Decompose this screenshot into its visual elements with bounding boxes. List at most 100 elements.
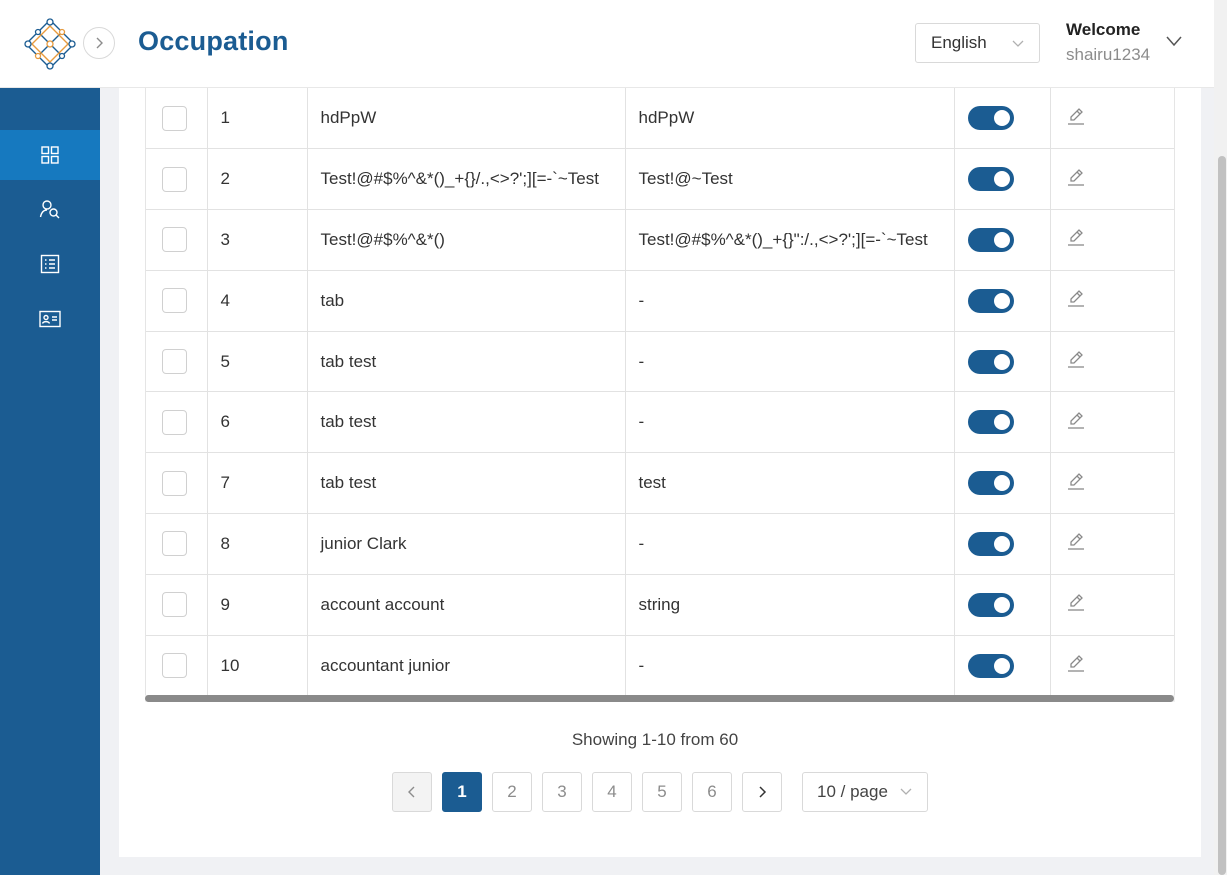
occupation-table: 1 hdPpW hdPpW 2 Test!@#$%^&*()_+{}/.,<>?… (145, 88, 1175, 696)
row-checkbox[interactable] (162, 531, 187, 557)
occupation-name: accountant junior (307, 635, 626, 696)
language-select[interactable]: English (915, 23, 1040, 63)
occupation-name: tab test (307, 331, 626, 393)
status-toggle[interactable] (967, 227, 1014, 252)
table-row: 6 tab test - (146, 391, 1174, 454)
occupation-name: junior Clark (307, 513, 626, 575)
occupation-description: hdPpW (625, 88, 955, 150)
page-button-5[interactable]: 5 (642, 772, 682, 812)
occupation-name: tab test (307, 452, 626, 515)
row-number: 2 (207, 148, 308, 211)
status-toggle[interactable] (967, 410, 1014, 435)
edit-icon[interactable] (1066, 227, 1086, 252)
status-toggle[interactable] (967, 106, 1014, 131)
horizontal-scrollbar-thumb[interactable] (145, 695, 1174, 702)
status-toggle[interactable] (967, 167, 1014, 192)
pagination-summary: Showing 1-10 from 60 (571, 730, 739, 749)
row-number: 6 (207, 391, 308, 454)
horizontal-scrollbar[interactable] (145, 695, 1175, 702)
occupation-name: Test!@#$%^&*() (307, 209, 626, 271)
occupation-description: test (625, 452, 955, 515)
row-checkbox[interactable] (162, 105, 187, 131)
app-logo (24, 18, 76, 70)
status-toggle[interactable] (967, 471, 1014, 496)
row-checkbox[interactable] (162, 592, 187, 618)
status-toggle[interactable] (967, 531, 1014, 556)
table-row: 9 account account string (146, 574, 1174, 636)
chevron-right-icon (759, 786, 767, 798)
row-number: 1 (207, 88, 308, 150)
username-label: shairu1234 (1066, 45, 1151, 64)
id-card-icon (39, 310, 61, 328)
occupation-description: Test!@~Test (625, 148, 955, 211)
sidebar-item-dashboard[interactable] (0, 130, 100, 180)
list-icon (40, 254, 60, 274)
edit-icon[interactable] (1066, 167, 1086, 192)
table-row: 4 tab - (146, 270, 1174, 332)
occupation-description: - (625, 513, 955, 575)
row-checkbox[interactable] (162, 288, 187, 314)
chevron-down-icon (900, 788, 912, 795)
page-title: Occupation (138, 26, 289, 56)
occupation-description: - (625, 270, 955, 332)
row-checkbox[interactable] (162, 227, 187, 253)
sidebar (0, 88, 100, 875)
row-checkbox[interactable] (162, 349, 187, 375)
status-toggle[interactable] (967, 288, 1014, 313)
table-row: 8 junior Clark - (146, 513, 1174, 575)
edit-icon[interactable] (1066, 106, 1086, 131)
table-row: 2 Test!@#$%^&*()_+{}/.,<>?';][=-`~Test T… (146, 148, 1174, 211)
occupation-name: hdPpW (307, 88, 626, 150)
expand-sidebar-button[interactable] (83, 27, 115, 59)
occupation-description: Test!@#$%^&*()_+{}":/.,<>?';][=-`~Test (625, 209, 955, 271)
row-number: 8 (207, 513, 308, 575)
occupation-description: - (625, 635, 955, 696)
page-size-value: 10 / page (817, 782, 888, 801)
page-scrollbar-thumb[interactable] (1218, 156, 1226, 875)
user-search-icon (39, 200, 60, 219)
next-page-button[interactable] (742, 772, 782, 812)
chevron-left-icon (408, 786, 415, 798)
row-number: 4 (207, 270, 308, 332)
language-value: English (931, 33, 987, 52)
occupation-name: Test!@#$%^&*()_+{}/.,<>?';][=-`~Test (307, 148, 626, 211)
edit-icon[interactable] (1066, 653, 1086, 678)
page-button-3[interactable]: 3 (542, 772, 582, 812)
sidebar-item-list[interactable] (0, 239, 100, 289)
row-number: 5 (207, 331, 308, 393)
edit-icon[interactable] (1066, 531, 1086, 556)
row-number: 7 (207, 452, 308, 515)
occupation-name: account account (307, 574, 626, 636)
edit-icon[interactable] (1066, 471, 1086, 496)
table-row: 7 tab test test (146, 452, 1174, 515)
edit-icon[interactable] (1066, 592, 1086, 617)
prev-page-button[interactable] (392, 772, 432, 812)
sidebar-item-id-card[interactable] (0, 294, 100, 344)
occupation-name: tab (307, 270, 626, 332)
page-button-1[interactable]: 1 (442, 772, 482, 812)
occupation-name: tab test (307, 391, 626, 454)
status-toggle[interactable] (967, 653, 1014, 678)
edit-icon[interactable] (1066, 349, 1086, 374)
row-checkbox[interactable] (162, 409, 187, 435)
row-checkbox[interactable] (162, 653, 187, 679)
row-checkbox[interactable] (162, 166, 187, 192)
page-scrollbar[interactable] (1214, 0, 1227, 875)
page-button-6[interactable]: 6 (692, 772, 732, 812)
status-toggle[interactable] (967, 349, 1014, 374)
page-button-4[interactable]: 4 (592, 772, 632, 812)
edit-icon[interactable] (1066, 410, 1086, 435)
sidebar-item-user-search[interactable] (0, 184, 100, 234)
page-size-select[interactable]: 10 / page (802, 772, 928, 812)
status-toggle[interactable] (967, 592, 1014, 617)
top-header: Occupation English Welcome shairu1234 (0, 0, 1227, 88)
main-content: 1 hdPpW hdPpW 2 Test!@#$%^&*()_+{}/.,<>?… (119, 88, 1201, 857)
page-button-2[interactable]: 2 (492, 772, 532, 812)
chevron-down-icon (1012, 40, 1024, 47)
occupation-description: - (625, 331, 955, 393)
user-menu-toggle[interactable] (1165, 33, 1183, 54)
chevron-right-icon (96, 37, 103, 49)
edit-icon[interactable] (1066, 288, 1086, 313)
row-checkbox[interactable] (162, 470, 187, 496)
table-row: 10 accountant junior - (146, 635, 1174, 696)
